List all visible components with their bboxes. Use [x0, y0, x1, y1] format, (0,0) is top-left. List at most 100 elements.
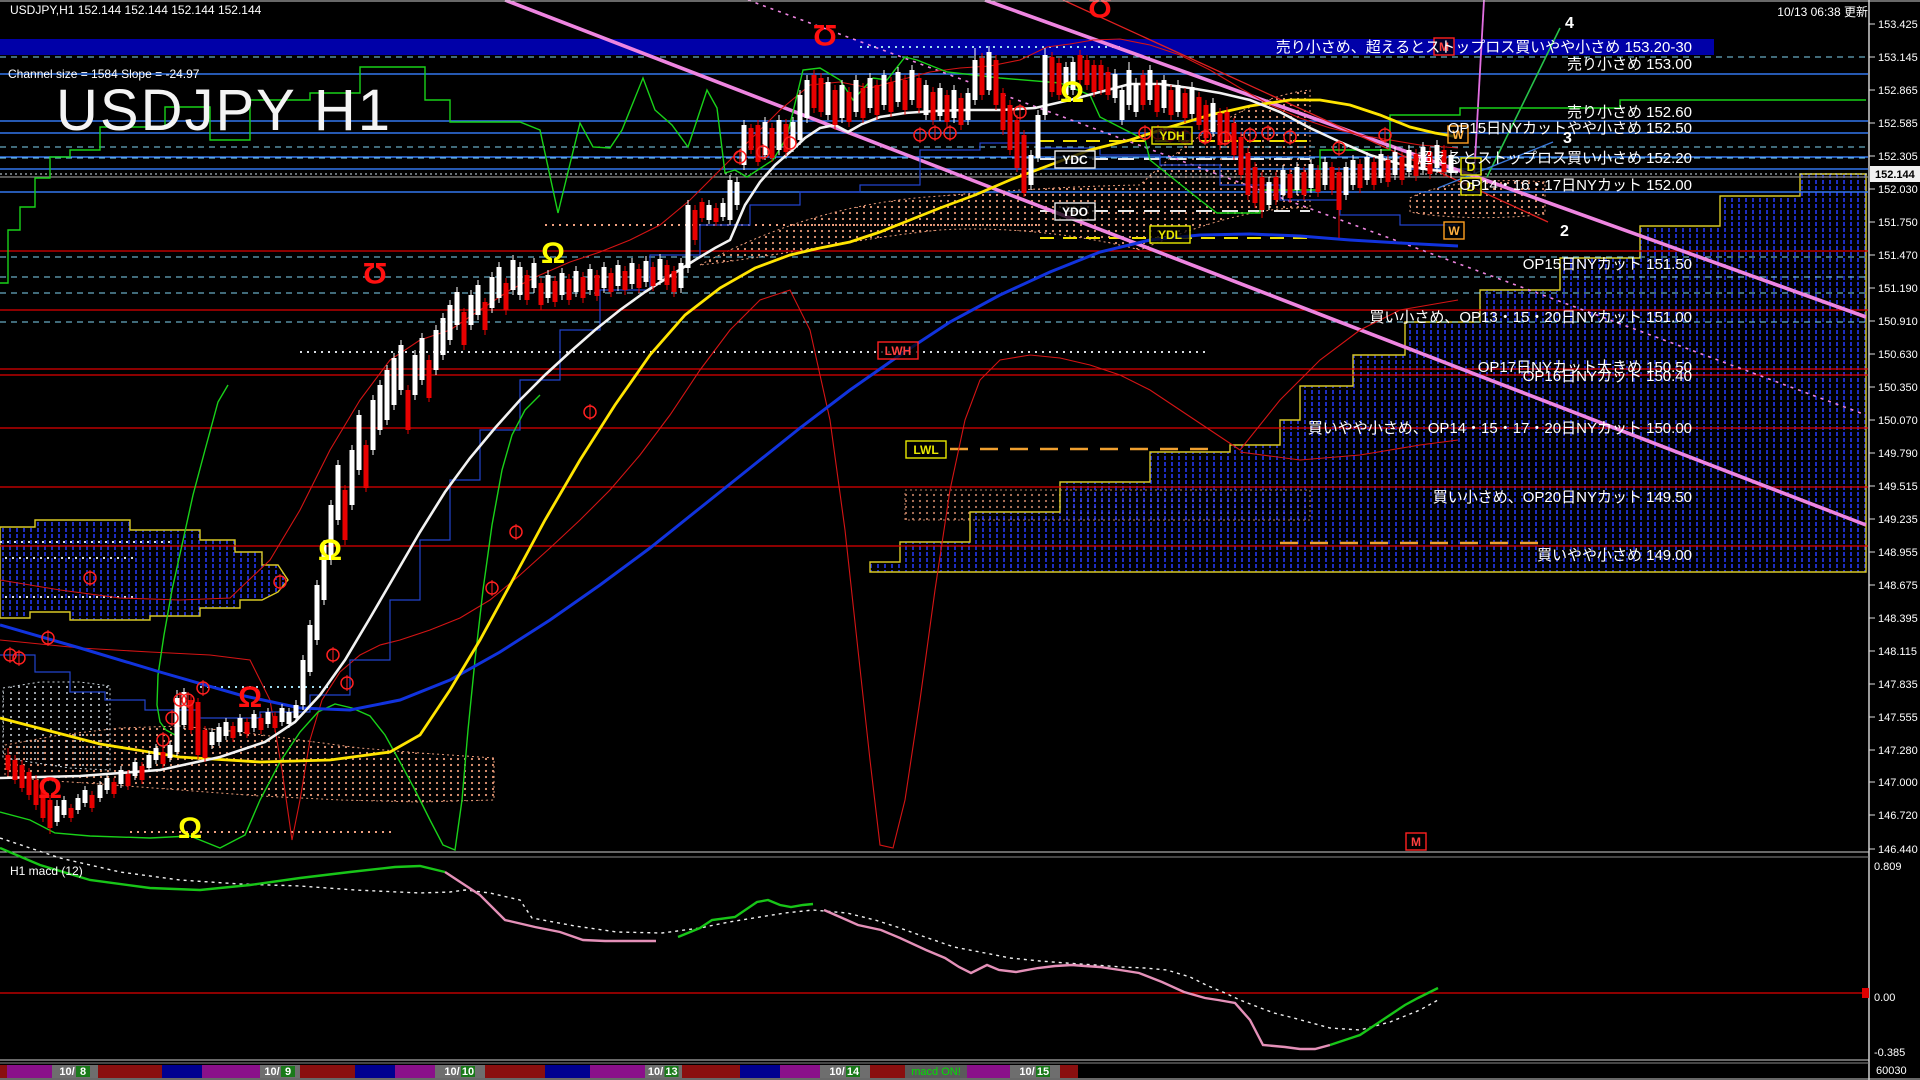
timeline-segment[interactable]	[162, 1065, 202, 1078]
candle-body	[462, 312, 467, 345]
order-annotation: 売り小さめ 152.60	[1567, 104, 1692, 121]
candle-body	[749, 128, 754, 150]
candle-body	[861, 88, 866, 118]
omega-signal-icon: Ω	[178, 812, 202, 845]
timeline-date-label: 10/	[264, 1066, 279, 1078]
candle-body	[595, 275, 600, 296]
timeline-segment[interactable]	[0, 1065, 7, 1078]
timeline-segment[interactable]	[435, 1065, 485, 1078]
candle-body	[1085, 60, 1090, 85]
current-price-value: 152.144	[1875, 169, 1916, 181]
candle-body	[840, 85, 845, 118]
timeline-segment[interactable]	[820, 1065, 870, 1078]
candle-body	[812, 75, 817, 108]
marker-box-label: LWH	[885, 344, 912, 358]
timeline-segment[interactable]	[485, 1065, 545, 1078]
order-annotation: 買いやや小さめ 149.00	[1537, 547, 1692, 564]
price-tick-label: 150.630	[1878, 349, 1918, 361]
candle-body	[672, 271, 677, 292]
candle-body	[1162, 80, 1167, 108]
candle-body	[833, 90, 838, 125]
candle-body	[504, 283, 509, 310]
price-tick-label: 147.280	[1878, 745, 1918, 757]
timeline-strip[interactable]: 10/810/910/1010/1310/14macd ON!10/15	[0, 1065, 1868, 1078]
candle-body	[539, 283, 544, 305]
candle-body	[1001, 93, 1006, 130]
candle-body	[83, 790, 88, 803]
candle-body	[413, 355, 418, 395]
timeline-segment[interactable]	[1078, 1065, 1868, 1078]
price-axis[interactable]: 153.425153.145152.865152.585152.305152.0…	[1862, 0, 1920, 1080]
price-tick-label: 150.350	[1878, 382, 1918, 394]
date-day-label: 13	[665, 1066, 677, 1078]
marker-box-label: LWL	[913, 443, 938, 457]
candle-body	[6, 755, 11, 770]
candle-body	[987, 52, 992, 90]
timeline-segment[interactable]	[682, 1065, 740, 1078]
update-timestamp: 10/13 06:38 更新	[1777, 4, 1868, 19]
price-tick-label: 153.425	[1878, 19, 1918, 31]
candle-body	[882, 75, 887, 105]
candle-body	[490, 277, 495, 308]
candle-body	[13, 760, 18, 780]
candle-body	[917, 78, 922, 108]
timeline-segment[interactable]	[1010, 1065, 1060, 1078]
price-tick-label: 148.675	[1878, 580, 1918, 592]
candle-body	[483, 302, 488, 330]
candle-body	[357, 415, 362, 470]
timeline-segment[interactable]	[590, 1065, 645, 1078]
candle-body	[1008, 105, 1013, 150]
timeline-segment[interactable]	[780, 1065, 820, 1078]
candle-body	[1295, 167, 1300, 190]
candle-body	[469, 295, 474, 325]
timeline-segment[interactable]	[98, 1065, 162, 1078]
macd-on-chip[interactable]: macd ON!	[911, 1066, 961, 1078]
candle-body	[476, 285, 481, 315]
price-tick-label: 149.235	[1878, 514, 1918, 526]
omega-signal-icon: Ω	[541, 237, 565, 270]
candle-body	[217, 727, 222, 742]
date-day-label: 10	[462, 1066, 474, 1078]
candle-body	[76, 798, 81, 810]
timeline-date-label: 10/	[1019, 1066, 1034, 1078]
candle-body	[1176, 85, 1181, 112]
candle-body	[1099, 65, 1104, 90]
marker-box-label: YDL	[1158, 228, 1182, 242]
timeline-segment[interactable]	[202, 1065, 260, 1078]
candle-body	[959, 98, 964, 125]
candle-body	[714, 208, 719, 222]
timeline-segment[interactable]	[740, 1065, 780, 1078]
chart-canvas[interactable]: ΩΩΩΩΩΩΩΩΩMWDDWMYDHYDCYDOYDLLWHLWL432 売り小…	[0, 0, 1920, 1080]
timeline-segment[interactable]	[967, 1065, 1010, 1078]
candle-body	[980, 58, 985, 95]
macd-label: H1 macd (12)	[10, 864, 83, 878]
candle-body	[770, 128, 775, 158]
candle-body	[343, 490, 348, 540]
candle-body	[1155, 85, 1160, 112]
candle-body	[826, 82, 831, 115]
macd-scale-label: -0.385	[1874, 1047, 1905, 1059]
marker-box-label: M	[1411, 835, 1421, 849]
timeline-segment[interactable]	[7, 1065, 52, 1078]
candle-body	[1344, 167, 1349, 195]
timeline-segment[interactable]	[545, 1065, 590, 1078]
price-tick-label: 147.835	[1878, 679, 1918, 691]
candle-body	[224, 722, 229, 736]
candle-body	[700, 202, 705, 218]
order-annotation: 売り小さめ 153.00	[1567, 56, 1692, 73]
candle-body	[1407, 150, 1412, 172]
wave-count-label: 4	[1565, 15, 1574, 32]
timeline-segment[interactable]	[395, 1065, 435, 1078]
candle-body	[20, 765, 25, 788]
price-tick-label: 149.790	[1878, 448, 1918, 460]
candle-body	[378, 385, 383, 430]
candle-body	[1267, 182, 1272, 205]
macd-main-line	[445, 872, 656, 941]
timeline-segment[interactable]	[870, 1065, 905, 1078]
timeline-segment[interactable]	[1060, 1065, 1078, 1078]
timeline-segment[interactable]	[355, 1065, 395, 1078]
order-annotation: OP16日NYカット 150.40	[1523, 368, 1692, 385]
timeline-segment[interactable]	[300, 1065, 355, 1078]
candle-body	[1330, 167, 1335, 190]
price-tick-label: 152.865	[1878, 85, 1918, 97]
